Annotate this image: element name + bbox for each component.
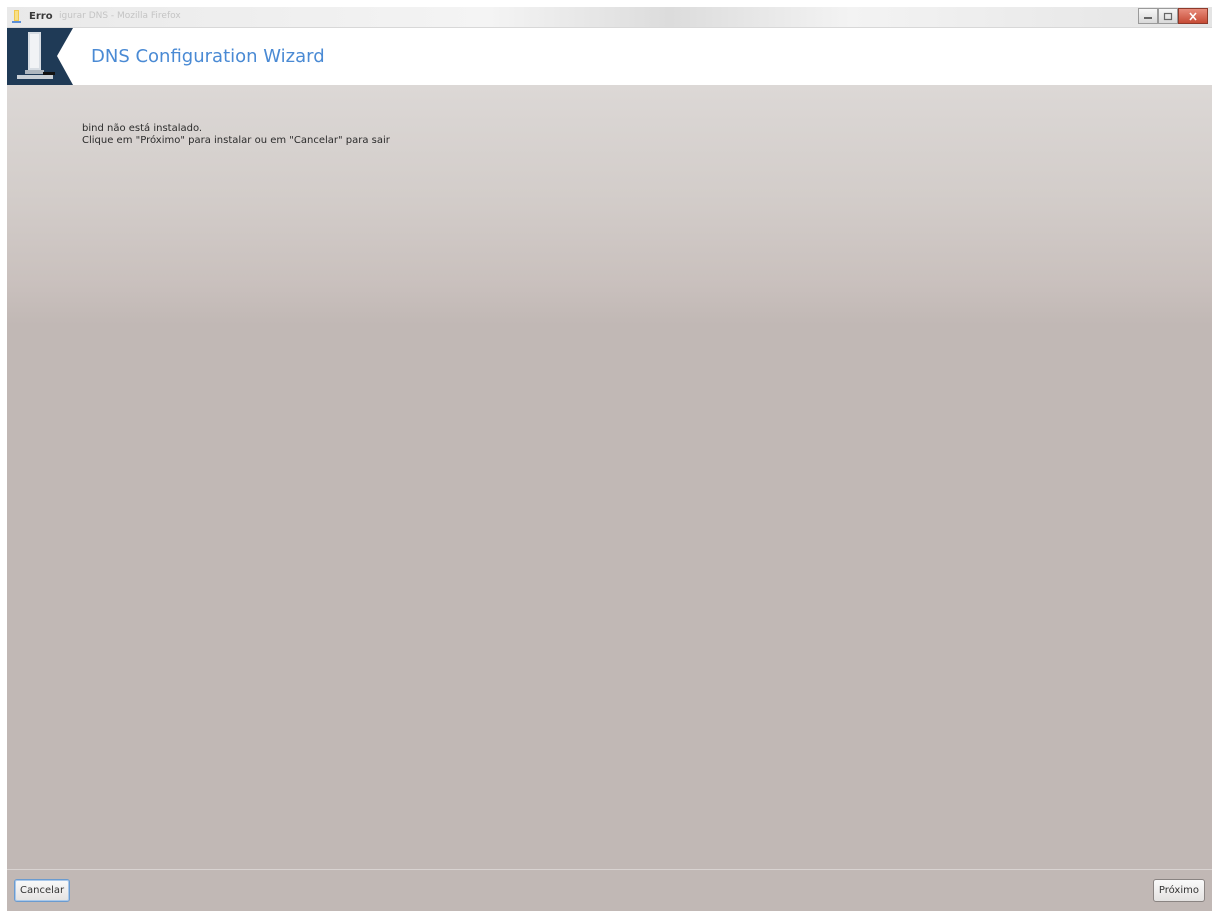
wizard-content: bind não está instalado. Clique em "Próx… (7, 85, 1212, 869)
window-title: Erro (29, 11, 53, 22)
maximize-icon[interactable] (1158, 8, 1178, 24)
window-title-faded: igurar DNS - Mozilla Firefox (59, 11, 181, 21)
message-line-2: Clique em "Próximo" para instalar ou em … (82, 135, 390, 146)
wizard-footer: Cancelar Próximo (7, 869, 1212, 911)
close-icon[interactable] (1178, 8, 1208, 24)
page-title: DNS Configuration Wizard (91, 46, 325, 67)
app-icon (12, 10, 21, 23)
next-button[interactable]: Próximo (1152, 879, 1205, 902)
cancel-button[interactable]: Cancelar (14, 879, 71, 902)
minimize-icon[interactable] (1138, 8, 1158, 24)
server-tower-icon (7, 28, 73, 85)
wizard-header: DNS Configuration Wizard (7, 28, 1212, 85)
window-controls (1138, 8, 1208, 24)
app-window: Erro igurar DNS - Mozilla Firefox DNS Co… (7, 7, 1212, 911)
message-text: bind não está instalado. Clique em "Próx… (82, 123, 390, 147)
title-bar[interactable]: Erro igurar DNS - Mozilla Firefox (7, 7, 1212, 28)
message-line-1: bind não está instalado. (82, 123, 203, 134)
